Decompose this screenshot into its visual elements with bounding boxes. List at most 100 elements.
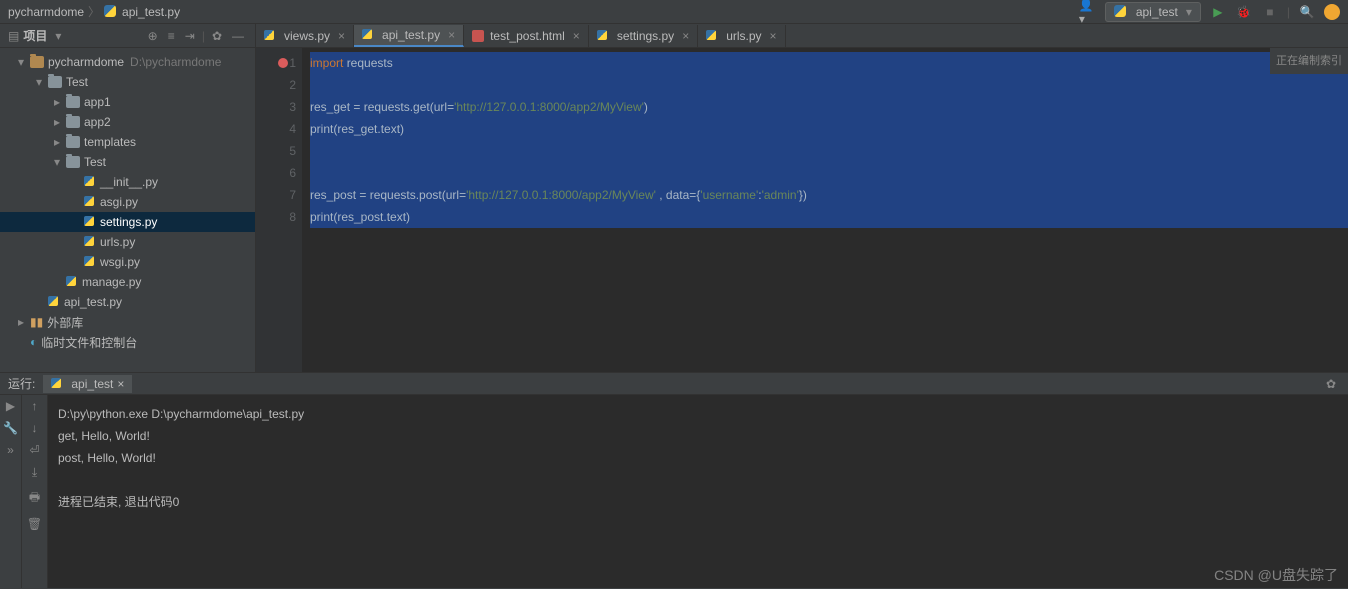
run-panel: 运行: api_test× ✿ ▶ 🔧 » ↑ ↓ ⏎ ⤓ 🖶 🗑 D:\py\… (0, 372, 1348, 588)
close-icon[interactable]: × (573, 29, 580, 43)
tree-node-folder[interactable]: app2 (0, 112, 255, 132)
breadcrumb-sep: 〉 (88, 3, 100, 20)
close-icon[interactable]: × (770, 29, 777, 43)
tab-views[interactable]: views.py× (256, 25, 354, 47)
tree-node-folder[interactable]: Test (0, 152, 255, 172)
tab-settings[interactable]: settings.py× (589, 25, 698, 47)
python-file-icon (104, 5, 118, 19)
close-icon[interactable]: × (448, 28, 455, 42)
tree-node-file[interactable]: urls.py (0, 232, 255, 252)
tree-node-external[interactable]: ▮▮外部库 (0, 312, 255, 332)
main-area: ▤ 项目 ⊕ ≡ ⇥ | ✿ — pycharmdomeD:\pycharmdo… (0, 24, 1348, 372)
project-tool-icon: ▤ (8, 29, 19, 43)
python-file-icon (706, 30, 718, 42)
code-content[interactable]: 正在编制索引 import requests res_get = request… (302, 48, 1348, 372)
folder-icon (30, 56, 44, 68)
run-header: 运行: api_test× ✿ (0, 373, 1348, 395)
run-body: ▶ 🔧 » ↑ ↓ ⏎ ⤓ 🖶 🗑 D:\py\python.exe D:\py… (0, 395, 1348, 588)
project-sidebar: ▤ 项目 ⊕ ≡ ⇥ | ✿ — pycharmdomeD:\pycharmdo… (0, 24, 256, 372)
tree-node-scratch[interactable]: ◐临时文件和控制台 (0, 332, 255, 352)
search-icon[interactable]: 🔍 (1298, 3, 1316, 21)
breadcrumb-project[interactable]: pycharmdome (8, 5, 84, 19)
folder-icon (66, 136, 80, 148)
tree-node-folder[interactable]: templates (0, 132, 255, 152)
breadcrumb-file[interactable]: api_test.py (122, 5, 180, 19)
folder-icon (66, 156, 80, 168)
run-toolbar-left: ▶ 🔧 » (0, 395, 22, 588)
chevron-down-icon (1182, 5, 1192, 19)
python-icon (51, 378, 63, 390)
close-icon[interactable]: × (682, 29, 689, 43)
watermark: CSDN @U盘失踪了 (1214, 565, 1338, 585)
tool-icon[interactable]: 🔧 (3, 421, 18, 435)
scroll-icon[interactable]: ⤓ (32, 465, 37, 480)
python-file-icon (48, 296, 60, 308)
run-toolbar-2: ↑ ↓ ⏎ ⤓ 🖶 🗑 (22, 395, 48, 588)
run-label: 运行: (8, 375, 35, 392)
run-tab[interactable]: api_test× (43, 375, 132, 393)
update-indicator-icon[interactable] (1324, 4, 1340, 20)
run-config-selector[interactable]: api_test (1105, 2, 1201, 22)
breakpoint-icon[interactable] (278, 58, 288, 68)
python-file-icon (264, 30, 276, 42)
indexing-status: 正在编制索引 (1270, 48, 1348, 74)
tab-test-post[interactable]: test_post.html× (464, 25, 589, 47)
folder-icon (66, 96, 80, 108)
tree-node-file[interactable]: api_test.py (0, 292, 255, 312)
project-tree[interactable]: pycharmdomeD:\pycharmdome Test app1 app2… (0, 48, 255, 372)
rerun-icon[interactable]: ▶ (6, 399, 15, 413)
editor-tabs: views.py× api_test.py× test_post.html× s… (256, 24, 1348, 48)
top-toolbar: pycharmdome 〉 api_test.py 👤▾ api_test ▶ … (0, 0, 1348, 24)
folder-icon (48, 76, 62, 88)
down-icon[interactable]: » (7, 443, 14, 457)
up-step-icon[interactable]: ↑ (32, 399, 38, 413)
line-gutter[interactable]: 12345678 (256, 48, 302, 372)
print-icon[interactable]: 🖶 (29, 488, 40, 509)
tree-node-folder[interactable]: app1 (0, 92, 255, 112)
editor-area: views.py× api_test.py× test_post.html× s… (256, 24, 1348, 372)
tree-node-file[interactable]: wsgi.py (0, 252, 255, 272)
python-file-icon (84, 256, 96, 268)
code-editor[interactable]: 12345678 正在编制索引 import requests res_get … (256, 48, 1348, 372)
python-file-icon (362, 29, 374, 41)
run-config-label: api_test (1136, 5, 1178, 19)
run-settings-icon[interactable]: ✿ (1322, 375, 1340, 393)
tab-api-test[interactable]: api_test.py× (354, 25, 464, 47)
trash-icon[interactable]: 🗑 (27, 517, 42, 531)
hide-icon[interactable]: — (229, 29, 247, 43)
close-icon[interactable]: × (117, 377, 124, 391)
down-step-icon[interactable]: ↓ (32, 421, 38, 435)
library-icon: ▮▮ (30, 315, 43, 329)
tree-node-file-selected[interactable]: settings.py (0, 212, 255, 232)
locate-icon[interactable]: ⊕ (145, 29, 161, 43)
python-file-icon (597, 30, 609, 42)
tree-node-file[interactable]: manage.py (0, 272, 255, 292)
tree-node-file[interactable]: asgi.py (0, 192, 255, 212)
add-user-icon[interactable]: 👤▾ (1079, 3, 1097, 21)
debug-button[interactable]: 🐞 (1235, 3, 1253, 21)
sidebar-header: ▤ 项目 ⊕ ≡ ⇥ | ✿ — (0, 24, 255, 48)
html-file-icon (472, 30, 484, 42)
expand-icon[interactable]: ≡ (165, 29, 178, 43)
run-button[interactable]: ▶ (1209, 3, 1227, 21)
chevron-down-icon[interactable] (51, 29, 61, 43)
folder-icon (66, 116, 80, 128)
console-output[interactable]: D:\py\python.exe D:\pycharmdome\api_test… (48, 395, 1348, 588)
python-file-icon (84, 176, 96, 188)
collapse-icon[interactable]: ⇥ (182, 29, 198, 43)
scratch-icon: ◐ (30, 335, 37, 349)
python-icon (1114, 5, 1128, 19)
tree-node-root[interactable]: pycharmdomeD:\pycharmdome (0, 52, 255, 72)
stop-button[interactable]: ■ (1261, 3, 1279, 21)
python-file-icon (84, 196, 96, 208)
tab-urls[interactable]: urls.py× (698, 25, 785, 47)
wrap-icon[interactable]: ⏎ (29, 443, 39, 457)
tree-node-file[interactable]: __init__.py (0, 172, 255, 192)
sidebar-title: 项目 (23, 27, 47, 44)
python-file-icon (84, 236, 96, 248)
settings-icon[interactable]: ✿ (209, 29, 225, 43)
tree-node-folder[interactable]: Test (0, 72, 255, 92)
python-file-icon (84, 216, 96, 228)
python-file-icon (66, 276, 78, 288)
close-icon[interactable]: × (338, 29, 345, 43)
